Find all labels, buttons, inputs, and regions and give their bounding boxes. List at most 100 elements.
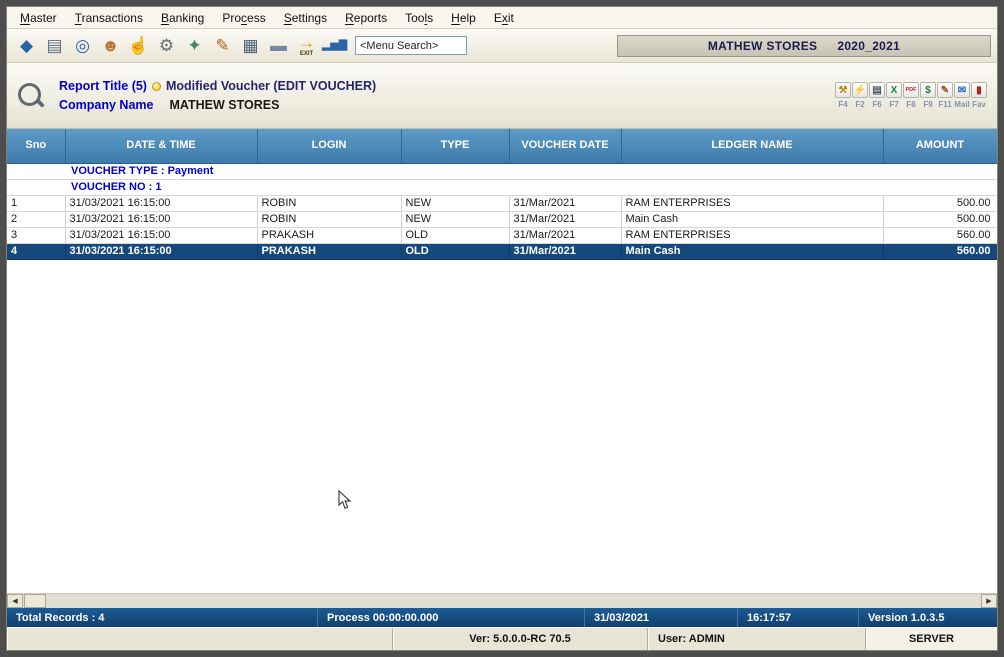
action-key-label: F8	[906, 100, 915, 109]
action-f9: $ F9	[920, 82, 936, 109]
company-badge-name: MATHEW STORES	[708, 39, 817, 53]
status-bar: Total Records : 4 Process 00:00:00.000 3…	[7, 608, 997, 627]
company-name-value: MATHEW STORES	[169, 98, 279, 112]
table-row[interactable]: 331/03/2021 16:15:00PRAKASHOLD31/Mar/202…	[7, 227, 997, 243]
report-table-area: SnoDATE & TIMELOGINTYPEVOUCHER DATELEDGE…	[7, 129, 997, 608]
company-badge: MATHEW STORES 2020_2021	[617, 35, 991, 57]
payment-card-icon[interactable]: ▬	[265, 32, 292, 59]
new-voucher-icon[interactable]: ◆	[13, 32, 40, 59]
settings-icon[interactable]: ⚙	[153, 32, 180, 59]
calculator-icon[interactable]: ▦	[237, 32, 264, 59]
menu-banking[interactable]: Banking	[152, 9, 213, 27]
menu-tools[interactable]: Tools	[396, 9, 442, 27]
column-header[interactable]: LEDGER NAME	[621, 129, 883, 163]
action-f6: ▤ F6	[869, 82, 885, 109]
filter-icon[interactable]: ⚡	[852, 82, 868, 98]
action-key-label: F6	[872, 100, 881, 109]
table-body: VOUCHER TYPE : PaymentVOUCHER NO : 1131/…	[7, 163, 997, 259]
menu-transactions[interactable]: Transactions	[66, 9, 152, 27]
action-key-label: Fav	[972, 100, 986, 109]
users-icon[interactable]: ☻	[97, 32, 124, 59]
column-header[interactable]: VOUCHER DATE	[509, 129, 621, 163]
action-fav: ▮ Fav	[971, 82, 987, 109]
status-version: Version 1.0.3.5	[859, 608, 997, 627]
toolbar-icons: ◆▤◎☻☝⚙✦✎▦▬→EXIT▂▅▇	[13, 32, 349, 59]
report-actions: ⚒ F4 ⚡ F2 ▤ F6 X F7 PDF F8 $ F9 ✎ F11✉Mail▮ Fav	[833, 82, 987, 109]
status-total-records: Total Records : 4	[7, 608, 318, 627]
menu-master[interactable]: Master	[11, 9, 66, 27]
action-key-label: F9	[923, 100, 932, 109]
menu-settings[interactable]: Settings	[275, 9, 336, 27]
screen: { "menu_bar": { "items": [ {"label": "Ma…	[0, 0, 1004, 657]
currency-calc-icon[interactable]: $	[920, 82, 936, 98]
bottom-server: SERVER	[866, 628, 997, 650]
print-icon[interactable]: ▤	[41, 32, 68, 59]
action-f11: ✎ F11	[937, 82, 953, 109]
action-key-label: F4	[838, 100, 847, 109]
toolbar: ◆▤◎☻☝⚙✦✎▦▬→EXIT▂▅▇ MATHEW STORES 2020_20…	[7, 29, 997, 63]
find-icon[interactable]: ◎	[69, 32, 96, 59]
bottom-app-version: Ver: 5.0.0.0-RC 70.5	[393, 628, 648, 650]
group-header-row: VOUCHER NO : 1	[7, 179, 997, 195]
table-empty-area	[7, 260, 997, 594]
status-date: 31/03/2021	[585, 608, 738, 627]
column-header[interactable]: DATE & TIME	[65, 129, 257, 163]
action-f8: PDF F8	[903, 82, 919, 109]
scrollbar-track[interactable]	[46, 594, 981, 608]
exit-icon[interactable]: →EXIT	[293, 32, 320, 59]
table-row[interactable]: 131/03/2021 16:15:00ROBINNEW31/Mar/2021R…	[7, 195, 997, 211]
report-title-value: Modified Voucher (EDIT VOUCHER)	[166, 79, 376, 93]
company-badge-year: 2020_2021	[837, 39, 900, 53]
menu-search-input[interactable]	[355, 36, 467, 55]
status-time: 16:17:57	[738, 608, 859, 627]
menu-search	[355, 36, 467, 56]
column-header[interactable]: AMOUNT	[883, 129, 997, 163]
table-row[interactable]: 231/03/2021 16:15:00ROBINNEW31/Mar/2021M…	[7, 211, 997, 227]
edit-icon[interactable]: ✎	[937, 82, 953, 98]
bulb-icon	[152, 82, 161, 91]
favorite-icon[interactable]: ▮	[971, 82, 987, 98]
search-icon[interactable]	[17, 82, 45, 110]
bottom-empty-segment	[7, 628, 393, 650]
column-header[interactable]: TYPE	[401, 129, 509, 163]
scrollbar-thumb[interactable]	[24, 594, 46, 608]
report-header: Report Title (5) Modified Voucher (EDIT …	[7, 63, 997, 129]
column-header[interactable]: Sno	[7, 129, 65, 163]
company-name-line: Company Name MATHEW STORES	[59, 98, 376, 112]
action-key-label: F7	[889, 100, 898, 109]
print-icon[interactable]: ▤	[869, 82, 885, 98]
column-header[interactable]: LOGIN	[257, 129, 401, 163]
scroll-left-button[interactable]: ◀	[7, 594, 23, 608]
menu-exit[interactable]: Exit	[485, 9, 523, 27]
horizontal-scrollbar[interactable]: ◀ ▶	[7, 593, 997, 608]
table-header-row: SnoDATE & TIMELOGINTYPEVOUCHER DATELEDGE…	[7, 129, 997, 163]
report-title-label: Report Title (5)	[59, 79, 147, 93]
report-table: SnoDATE & TIMELOGINTYPEVOUCHER DATELEDGE…	[7, 129, 997, 260]
app-window: MasterTransactionsBankingProcessSettings…	[6, 6, 998, 651]
scroll-right-button[interactable]: ▶	[981, 594, 997, 608]
touch-icon[interactable]: ☝	[125, 32, 152, 59]
pdf-icon[interactable]: PDF	[903, 82, 919, 98]
action-key-label: F11	[938, 100, 951, 109]
chart-icon[interactable]: ▂▅▇	[321, 32, 348, 59]
group-header-row: VOUCHER TYPE : Payment	[7, 163, 997, 179]
excel-icon[interactable]: X	[886, 82, 902, 98]
menu-reports[interactable]: Reports	[336, 9, 396, 27]
menu-help[interactable]: Help	[442, 9, 485, 27]
mail-icon[interactable]: ✉	[954, 82, 970, 98]
table-row[interactable]: 431/03/2021 16:15:00PRAKASHOLD31/Mar/202…	[7, 243, 997, 259]
bottom-user: User: ADMIN	[648, 628, 866, 650]
action-f2: ⚡ F2	[852, 82, 868, 109]
edit-icon[interactable]: ✎	[209, 32, 236, 59]
report-title-line: Report Title (5) Modified Voucher (EDIT …	[59, 79, 376, 93]
company-name-label: Company Name	[59, 98, 153, 112]
status-process-time: Process 00:00:00.000	[318, 608, 585, 627]
action-f7: X F7	[886, 82, 902, 109]
network-icon[interactable]: ✦	[181, 32, 208, 59]
bottom-bar: Ver: 5.0.0.0-RC 70.5 User: ADMIN SERVER	[7, 627, 997, 650]
action-f4: ⚒ F4	[835, 82, 851, 109]
tools-icon[interactable]: ⚒	[835, 82, 851, 98]
action-mail: ✉Mail	[954, 82, 970, 109]
action-key-label: F2	[855, 100, 864, 109]
menu-process[interactable]: Process	[213, 9, 274, 27]
